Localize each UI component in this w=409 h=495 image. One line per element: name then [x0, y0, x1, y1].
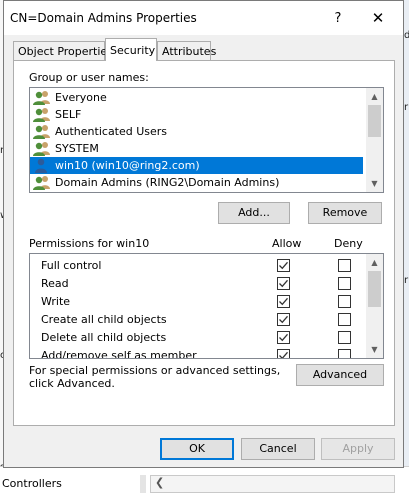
user-group-icon: [33, 158, 51, 173]
deny-column-header: Deny: [334, 237, 363, 250]
user-list-item[interactable]: Everyone: [30, 89, 363, 106]
permission-row: Write: [30, 292, 368, 310]
permission-row: Delete all child objects: [30, 328, 368, 346]
cancel-button[interactable]: Cancel: [241, 438, 315, 460]
scrollbar-thumb[interactable]: [368, 271, 381, 307]
user-name-label: SELF: [55, 108, 82, 121]
remove-button[interactable]: Remove: [308, 202, 382, 224]
security-tab-panel: Group or user names: Domain Admins (RING…: [13, 60, 395, 426]
user-group-icon: [33, 175, 51, 190]
user-group-icon: [33, 124, 51, 139]
scroll-down-icon[interactable]: ▼: [366, 175, 383, 192]
user-list-item[interactable]: win10 (win10@ring2.com): [30, 157, 363, 174]
apply-button[interactable]: Apply: [321, 438, 395, 460]
deny-checkbox[interactable]: [338, 313, 351, 326]
tab-attributes[interactable]: Attributes: [157, 41, 216, 60]
background-horizontal-scrollbar[interactable]: ❮: [150, 475, 395, 493]
allow-column-header: Allow: [272, 237, 302, 250]
dialog-title: CN=Domain Admins Properties: [10, 11, 197, 25]
tab-security[interactable]: Security: [105, 38, 157, 61]
scrollbar-thumb[interactable]: [368, 105, 381, 137]
background-text-fragment: r: [404, 102, 409, 113]
deny-checkbox[interactable]: [338, 277, 351, 290]
user-group-icon: [33, 107, 51, 122]
permission-row: Create all child objects: [30, 310, 368, 328]
deny-checkbox[interactable]: [338, 331, 351, 344]
user-group-icon: [33, 90, 51, 105]
user-name-label: Everyone: [55, 91, 107, 104]
scroll-down-icon[interactable]: ▼: [366, 341, 383, 358]
permission-name: Create all child objects: [41, 313, 167, 326]
background-window-bottom: Controllers ❮: [0, 466, 409, 495]
user-name-label: Domain Admins (RING2\Domain Admins): [55, 176, 280, 189]
background-text-fragment: r: [404, 275, 409, 286]
properties-dialog: CN=Domain Admins Properties ? ✕ Object P…: [3, 0, 404, 468]
permission-row: Full control: [30, 256, 368, 274]
background-list-item[interactable]: Controllers: [2, 477, 62, 490]
permission-name: Read: [41, 277, 69, 290]
allow-checkbox[interactable]: [277, 331, 290, 344]
help-button[interactable]: ?: [326, 7, 350, 31]
user-list-item[interactable]: SYSTEM: [30, 140, 363, 157]
close-button[interactable]: ✕: [360, 5, 396, 31]
allow-checkbox[interactable]: [277, 349, 290, 358]
advanced-button[interactable]: Advanced: [296, 364, 384, 386]
tab-object-properties[interactable]: Object Properties: [13, 41, 113, 60]
permission-name: Write: [41, 295, 71, 308]
user-group-icon: [33, 141, 51, 156]
user-list-item[interactable]: Domain Admins (RING2\Domain Admins): [30, 174, 363, 191]
permission-row: Add/remove self as member: [30, 346, 368, 359]
scroll-up-icon[interactable]: ▲: [366, 88, 383, 105]
allow-checkbox[interactable]: [277, 277, 290, 290]
group-or-user-names-label: Group or user names:: [29, 71, 149, 84]
user-name-label: Authenticated Users: [55, 125, 168, 138]
add-button[interactable]: Add...: [218, 202, 290, 224]
allow-checkbox[interactable]: [277, 295, 290, 308]
permission-row: Read: [30, 274, 368, 292]
user-list-item[interactable]: Authenticated Users: [30, 123, 363, 140]
background-text-fragment: d: [404, 30, 409, 41]
ok-button[interactable]: OK: [160, 438, 234, 460]
permission-name: Add/remove self as member: [41, 349, 197, 359]
allow-checkbox[interactable]: [277, 313, 290, 326]
user-list-scrollbar[interactable]: ▲ ▼: [366, 88, 383, 192]
permissions-scrollbar[interactable]: ▲ ▼: [366, 254, 383, 358]
allow-checkbox[interactable]: [277, 259, 290, 272]
permissions-list[interactable]: Add/remove self as member Delete all chil…: [29, 253, 384, 359]
deny-checkbox[interactable]: [338, 349, 351, 358]
user-name-label: win10 (win10@ring2.com): [55, 159, 200, 172]
deny-checkbox[interactable]: [338, 295, 351, 308]
permissions-for-label: Permissions for win10: [29, 237, 150, 250]
dialog-titlebar: CN=Domain Admins Properties ? ✕: [4, 1, 403, 35]
advanced-info-text: For special permissions or advanced sett…: [29, 364, 281, 390]
deny-checkbox[interactable]: [338, 259, 351, 272]
scroll-left-icon[interactable]: ❮: [155, 476, 164, 489]
scroll-up-icon[interactable]: ▲: [366, 254, 383, 271]
permission-name: Full control: [41, 259, 102, 272]
background-scrollbar[interactable]: [140, 475, 146, 493]
permission-name: Delete all child objects: [41, 331, 167, 344]
user-list[interactable]: Domain Admins (RING2\Domain Admins) win10…: [29, 87, 384, 193]
user-list-item[interactable]: SELF: [30, 106, 363, 123]
user-name-label: SYSTEM: [55, 142, 99, 155]
